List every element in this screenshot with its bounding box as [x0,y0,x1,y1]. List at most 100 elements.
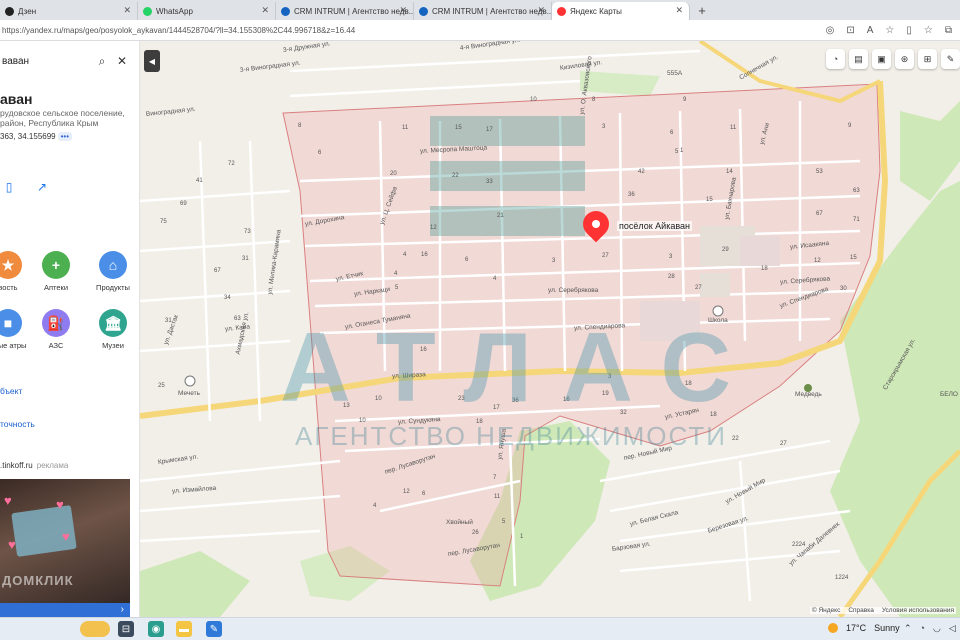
taskbar-explorer-icon[interactable]: ▬ [176,621,192,637]
collections-icon[interactable]: ⧉ [945,25,952,36]
share-icon: ↗ [36,180,48,194]
category-button[interactable]: + Аптеки [34,251,78,292]
category-label: вость [0,283,18,292]
tab-label: WhatsApp [156,6,193,16]
bus-button[interactable]: ⊞ [918,49,937,69]
browser-tab[interactable]: Дзен ✕ [0,2,138,20]
house-number: 4 [373,503,377,509]
tab-close-icon[interactable]: ✕ [261,5,269,16]
split-view-icon[interactable]: ▯ [906,25,912,36]
search-icon[interactable]: ⌕ [92,54,112,69]
os-taskbar: ⊟ ◉ ▬ ✎ 17°C Sunny ⌃ ◔ ◡ ◁ [0,617,960,640]
tab-close-icon[interactable]: ✕ [123,5,131,16]
ad-banner[interactable]: ♥ ♥ ♥ ♥ ДОМКЛИК › [0,479,130,617]
ad-brand: ДОМКЛИК [2,573,74,588]
ad-domain[interactable]: .tinkoff.ru [0,461,33,470]
transit-button[interactable]: ▣ [872,49,891,69]
traffic-button[interactable]: ⊛ [895,49,914,69]
heart-icon: ♥ [56,497,64,512]
taskbar-browser-icon[interactable]: ◉ [148,621,164,637]
bookmark-button[interactable]: ▯ [0,176,20,198]
new-tab-button[interactable]: + [690,2,714,20]
house-number: 31 [165,318,172,324]
place-label[interactable]: посёлок Айкаван [617,221,693,231]
chevron-up-icon[interactable]: ⌃ [904,623,912,634]
volume-icon[interactable]: ◁ [949,623,956,634]
url-text[interactable]: https://yandex.ru/maps/geo/posyolok_ayka… [0,26,826,35]
search-box[interactable]: ваван ⌕ ✕ [0,49,132,73]
taskbar-task-view-icon[interactable]: ⊟ [118,621,134,637]
search-input[interactable]: ваван [0,56,92,67]
sun-icon [828,623,838,633]
browser-tab[interactable]: CRM INTRUM | Агентство недв... ✕ [414,2,552,20]
house-number: 71 [853,217,860,223]
category-button[interactable]: ⛽ АЗС [34,309,78,350]
category-label: Продукты [96,283,130,292]
more-button[interactable]: ••• [57,132,73,141]
weather-widget[interactable]: 17°C Sunny [828,623,900,633]
category-button[interactable]: ■ овые атры [0,309,30,350]
taskbar-paint-icon[interactable]: ✎ [206,621,222,637]
network-icon[interactable]: ◔ [920,623,925,634]
browser-tab-bar: Дзен ✕ WhatsApp ✕ CRM INTRUM | Агентство нед… [0,0,960,20]
browser-tab[interactable]: Яндекс Карты ✕ [552,2,690,20]
house-number: 67 [816,211,823,217]
map-canvas[interactable]: 3-я Дружная ул. 3-я Виноградная ул. 4-я Ви… [140,41,960,617]
read-aloud-icon[interactable]: A [867,25,874,36]
close-icon[interactable]: ✕ [112,54,132,68]
wifi-icon[interactable]: ◡ [933,623,941,634]
category-button[interactable]: 🏛 Музеи [91,309,135,350]
category-button[interactable]: ⌂ Продукты [91,251,135,292]
house-number: 6 [318,150,322,156]
house-number: 3 [602,124,606,130]
heart-icon: ♥ [4,493,12,508]
taskbar-mascot-icon[interactable] [80,621,110,637]
street-label: Мечеть [178,390,201,397]
street-label: ул. Серебрякова [548,287,599,294]
browser-tab[interactable]: WhatsApp ✕ [138,2,276,20]
house-number: 3 [669,254,673,260]
house-number: 67 [214,268,221,274]
translate-icon[interactable]: ⊡ [846,25,854,36]
map-attribution: © Яндекс Справка Условия использования [809,607,956,614]
address-bar[interactable]: https://yandex.ru/maps/geo/posyolok_ayka… [0,20,960,41]
attribution-link[interactable]: Справка [848,607,874,614]
tab-close-icon[interactable]: ✕ [537,5,545,16]
house-number: 22 [732,436,739,442]
attribution-link[interactable]: © Яндекс [812,607,840,614]
house-number: 6 [465,257,469,263]
tab-label: CRM INTRUM | Агентство недв... [432,6,552,16]
coordinates-text[interactable]: 363, 34.155699 [0,132,56,141]
house-number: 28 [668,274,675,280]
ad-header: .tinkoff.ru реклама [0,461,130,470]
share-button[interactable]: ↗ [31,176,53,198]
house-number: 4 [493,276,497,282]
accuracy-link[interactable]: точность [0,419,35,429]
location-icon[interactable]: ◎ [826,25,835,36]
house-number: 53 [816,169,823,175]
category-button[interactable]: ★ вость [0,251,30,292]
ad-cta-bar[interactable]: › [0,603,130,617]
house-number: 11 [730,125,737,131]
house-number: 9 [848,123,852,129]
house-number: 27 [780,441,787,447]
collapse-sidebar-button[interactable]: ◀ [144,50,160,72]
house-number: 8 [298,123,302,129]
ruler-button[interactable]: ✎ [941,49,960,69]
house-number: 63 [853,188,860,194]
house-number: 6 [670,130,674,136]
house-number: 22 [452,173,459,179]
tab-close-icon[interactable]: ✕ [399,5,407,16]
favorites-icon[interactable]: ☆ [924,25,933,36]
tab-favicon-icon [5,7,14,16]
attribution-link[interactable]: Условия использования [882,607,954,614]
category-label: АЗС [48,341,64,350]
add-object-link[interactable]: бъект [0,386,22,396]
map-layers-button[interactable]: ◔ [826,49,845,69]
panorama-button[interactable]: ▤ [849,49,868,69]
house-number: 15 [850,255,857,261]
favorite-star-icon[interactable]: ☆ [885,25,894,36]
tab-close-icon[interactable]: ✕ [675,5,683,16]
browser-tab[interactable]: CRM INTRUM | Агентство недв... ✕ [276,2,414,20]
street-label: БЕЛО [940,391,958,398]
